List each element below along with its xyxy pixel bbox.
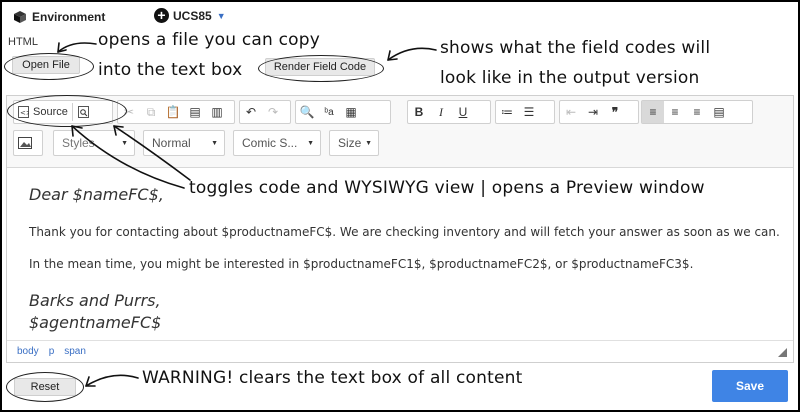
justify-icon[interactable]: ▤ (708, 101, 730, 123)
svg-text:<>: <> (20, 109, 29, 117)
numbered-list-icon[interactable]: ≔ (496, 101, 518, 123)
cube-icon (14, 11, 26, 23)
styles-label: Styles (62, 136, 95, 150)
body-line-2: In the mean time, you might be intereste… (29, 257, 694, 271)
plus-circle-icon: + (154, 8, 169, 23)
annotation-render-line1: shows what the field codes will (440, 38, 711, 58)
copy-icon[interactable]: ⧉ (140, 101, 162, 123)
undo-icon[interactable]: ↶ (240, 101, 262, 123)
font-caret-icon: ▼ (307, 139, 314, 147)
source-label: Source (33, 106, 68, 118)
environment-selector[interactable]: Environment (14, 10, 105, 24)
paste-icon[interactable]: 📋 (162, 101, 184, 123)
top-bar: Environment + UCS85 ▼ (4, 4, 796, 32)
signoff-line-2: $agentnameFC$ (29, 313, 162, 332)
bulleted-list-icon[interactable]: ☰ (518, 101, 540, 123)
replace-icon[interactable]: ᵇa (318, 101, 340, 123)
indent-icon[interactable]: ⇥ (582, 101, 604, 123)
format-dropdown[interactable]: Normal ▼ (143, 130, 225, 156)
render-field-code-button[interactable]: Render Field Code (265, 58, 375, 76)
outdent-icon[interactable]: ⇤ (560, 101, 582, 123)
paste-text-icon[interactable]: ▤ (184, 101, 206, 123)
find-icon[interactable]: 🔍 (296, 101, 318, 123)
toolbar-group-indent: ⇤ ⇥ ❞ (559, 100, 639, 124)
annotation-reset: WARNING! clears the text box of all cont… (142, 368, 523, 388)
align-right-icon[interactable]: ≡ (686, 101, 708, 123)
path-item[interactable]: span (64, 346, 86, 357)
align-center-icon[interactable]: ≡ (664, 101, 686, 123)
image-icon[interactable] (14, 132, 36, 154)
toolbar-group-clipboard: ✂ ⧉ 📋 ▤ ▥ (117, 100, 235, 124)
chevron-down-icon: ▼ (216, 10, 226, 21)
reset-button[interactable]: Reset (14, 378, 76, 396)
size-dropdown[interactable]: Size ▼ (329, 130, 379, 156)
toolbar-group-document: <> Source (13, 100, 113, 124)
annotation-render-line2: look like in the output version (440, 68, 700, 88)
format-label: Normal (152, 136, 191, 150)
font-dropdown[interactable]: Comic S... ▼ (233, 130, 321, 156)
blockquote-icon[interactable]: ❞ (604, 101, 626, 123)
size-caret-icon: ▼ (365, 139, 372, 147)
align-left-icon[interactable]: ≡ (642, 101, 664, 123)
element-path-bar: body p span (7, 340, 793, 362)
styles-dropdown[interactable]: Styles ▼ (53, 130, 135, 156)
toolbar-group-image (13, 130, 43, 156)
greeting-line: Dear $nameFC$, (29, 185, 164, 204)
open-file-button[interactable]: Open File (12, 56, 80, 74)
tenant-selector[interactable]: + UCS85 ▼ (154, 8, 226, 23)
preview-button[interactable] (73, 101, 95, 123)
source-button[interactable]: <> Source (14, 101, 72, 123)
preview-icon (78, 106, 90, 118)
annotation-open-file-line2: into the text box (98, 60, 243, 80)
path-item[interactable]: body (17, 346, 39, 357)
section-label: HTML (8, 36, 38, 48)
toolbar-group-undo: ↶ ↷ (239, 100, 291, 124)
toolbar-group-lists: ≔ ☰ (495, 100, 555, 124)
signoff-line-1: Barks and Purrs, (29, 291, 161, 310)
italic-icon[interactable]: I (430, 101, 452, 123)
resize-grip-icon[interactable] (778, 348, 787, 357)
redo-icon[interactable]: ↷ (262, 101, 284, 123)
toolbar-group-find: 🔍 ᵇa ▦ (295, 100, 391, 124)
rich-text-editor: <> Source ✂ ⧉ 📋 ▤ ▥ ↶ ↷ 🔍 ᵇa ▦ B I U ≔ ☰… (6, 95, 794, 363)
environment-label: Environment (32, 10, 106, 24)
cut-icon[interactable]: ✂ (118, 101, 140, 123)
select-all-icon[interactable]: ▦ (340, 101, 362, 123)
font-label: Comic S... (242, 136, 298, 150)
underline-icon[interactable]: U (452, 101, 474, 123)
styles-caret-icon: ▼ (121, 139, 128, 147)
format-caret-icon: ▼ (211, 139, 218, 147)
bold-icon[interactable]: B (408, 101, 430, 123)
toolbar-group-basicstyles: B I U (407, 100, 491, 124)
image-glyph (18, 137, 32, 149)
source-icon: <> (18, 106, 29, 118)
toolbar-group-align: ≡ ≡ ≡ ▤ (641, 100, 753, 124)
annotation-toggle: toggles code and WYSIWYG view | opens a … (187, 178, 707, 198)
path-item[interactable]: p (49, 346, 55, 357)
save-button[interactable]: Save (712, 370, 788, 402)
tenant-label: UCS85 (173, 8, 212, 23)
annotation-open-file-line1: opens a file you can copy (98, 30, 320, 50)
body-line-1: Thank you for contacting about $productn… (29, 225, 780, 239)
editor-toolbar: <> Source ✂ ⧉ 📋 ▤ ▥ ↶ ↷ 🔍 ᵇa ▦ B I U ≔ ☰… (7, 96, 793, 168)
size-label: Size (338, 136, 362, 150)
paste-word-icon[interactable]: ▥ (206, 101, 228, 123)
